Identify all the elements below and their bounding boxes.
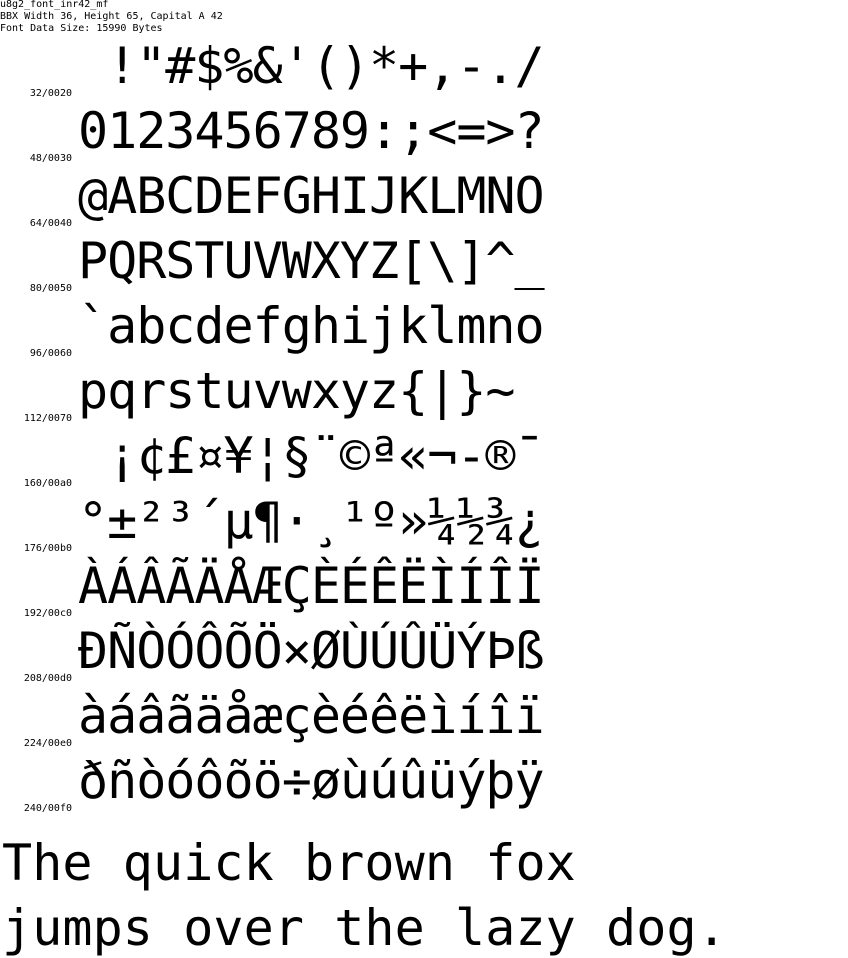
glyph-row: 224/00e0 àáâãäåæçèéêëìíîï (0, 690, 848, 755)
row-code-label: 192/00c0 (23, 608, 72, 619)
glyph-sequence: °±²³´µ¶·¸¹º»¼½¾¿ (78, 492, 545, 550)
row-code-label: 208/00d0 (23, 673, 72, 684)
row-code-label: 48/0030 (29, 153, 72, 164)
glyph-row: 192/00c0 ÀÁÂÃÄÅÆÇÈÉÊËÌÍÎÏ (0, 560, 848, 625)
row-code-label: 160/00a0 (23, 478, 72, 489)
glyph-row: 176/00b0 °±²³´µ¶·¸¹º»¼½¾¿ (0, 495, 848, 560)
font-name-label: u8g2_font_inr42_mf (0, 0, 109, 10)
row-code-label: 64/0040 (29, 218, 72, 229)
glyph-sequence: àáâãäåæçèéêëìíîï (78, 687, 545, 745)
row-code-label: 32/0020 (29, 88, 72, 99)
row-code-label: 224/00e0 (23, 738, 72, 749)
glyph-sequence: PQRSTUVWXYZ[\]^_ (78, 232, 545, 290)
glyph-row: 96/0060 `abcdefghijklmno (0, 300, 848, 365)
row-code-label: 112/0070 (23, 413, 72, 424)
glyph-sequence: ðñòóôõö÷øùúûüýþÿ (78, 752, 545, 810)
glyph-sequence: `abcdefghijklmno (78, 297, 545, 355)
glyph-row: 160/00a0 ¡¢£¤¥¦§¨©ª«¬-®¯ (0, 430, 848, 495)
glyph-sequence: pqrstuvwxyz{|}~ (78, 362, 516, 420)
glyph-sequence: ÐÑÒÓÔÕÖ×ØÙÚÛÜÝÞß (78, 622, 545, 680)
glyph-sequence: @ABCDEFGHIJKLMNO (78, 167, 545, 225)
glyph-sequence: 0123456789:;<=>? (78, 102, 545, 160)
font-data-size-label: Font Data Size: 15990 Bytes (0, 23, 163, 34)
row-code-label: 176/00b0 (23, 543, 72, 554)
glyph-sequence: ÀÁÂÃÄÅÆÇÈÉÊËÌÍÎÏ (78, 557, 545, 615)
glyph-row: 112/0070 pqrstuvwxyz{|}~ (0, 365, 848, 430)
sample-text-line-1: The quick brown fox (2, 834, 576, 892)
row-code-label: 240/00f0 (23, 803, 72, 814)
glyph-row: 208/00d0 ÐÑÒÓÔÕÖ×ØÙÚÛÜÝÞß (0, 625, 848, 690)
row-code-label: 80/0050 (29, 283, 72, 294)
glyph-row: 240/00f0 ðñòóôõö÷øùúûüýþÿ (0, 755, 848, 820)
sample-text-line-2: jumps over the lazy dog. (2, 899, 727, 957)
glyph-row: 32/0020 !"#$%&'()*+,-./ (0, 40, 848, 105)
bbx-info-label: BBX Width 36, Height 65, Capital A 42 (0, 11, 223, 22)
glyph-sequence: !"#$%&'()*+,-./ (78, 37, 545, 95)
glyph-row: 64/0040 @ABCDEFGHIJKLMNO (0, 170, 848, 235)
row-code-label: 96/0060 (29, 348, 72, 359)
glyph-row: 80/0050 PQRSTUVWXYZ[\]^_ (0, 235, 848, 300)
glyph-row: 48/0030 0123456789:;<=>? (0, 105, 848, 170)
glyph-sequence: ¡¢£¤¥¦§¨©ª«¬-®¯ (78, 427, 545, 485)
